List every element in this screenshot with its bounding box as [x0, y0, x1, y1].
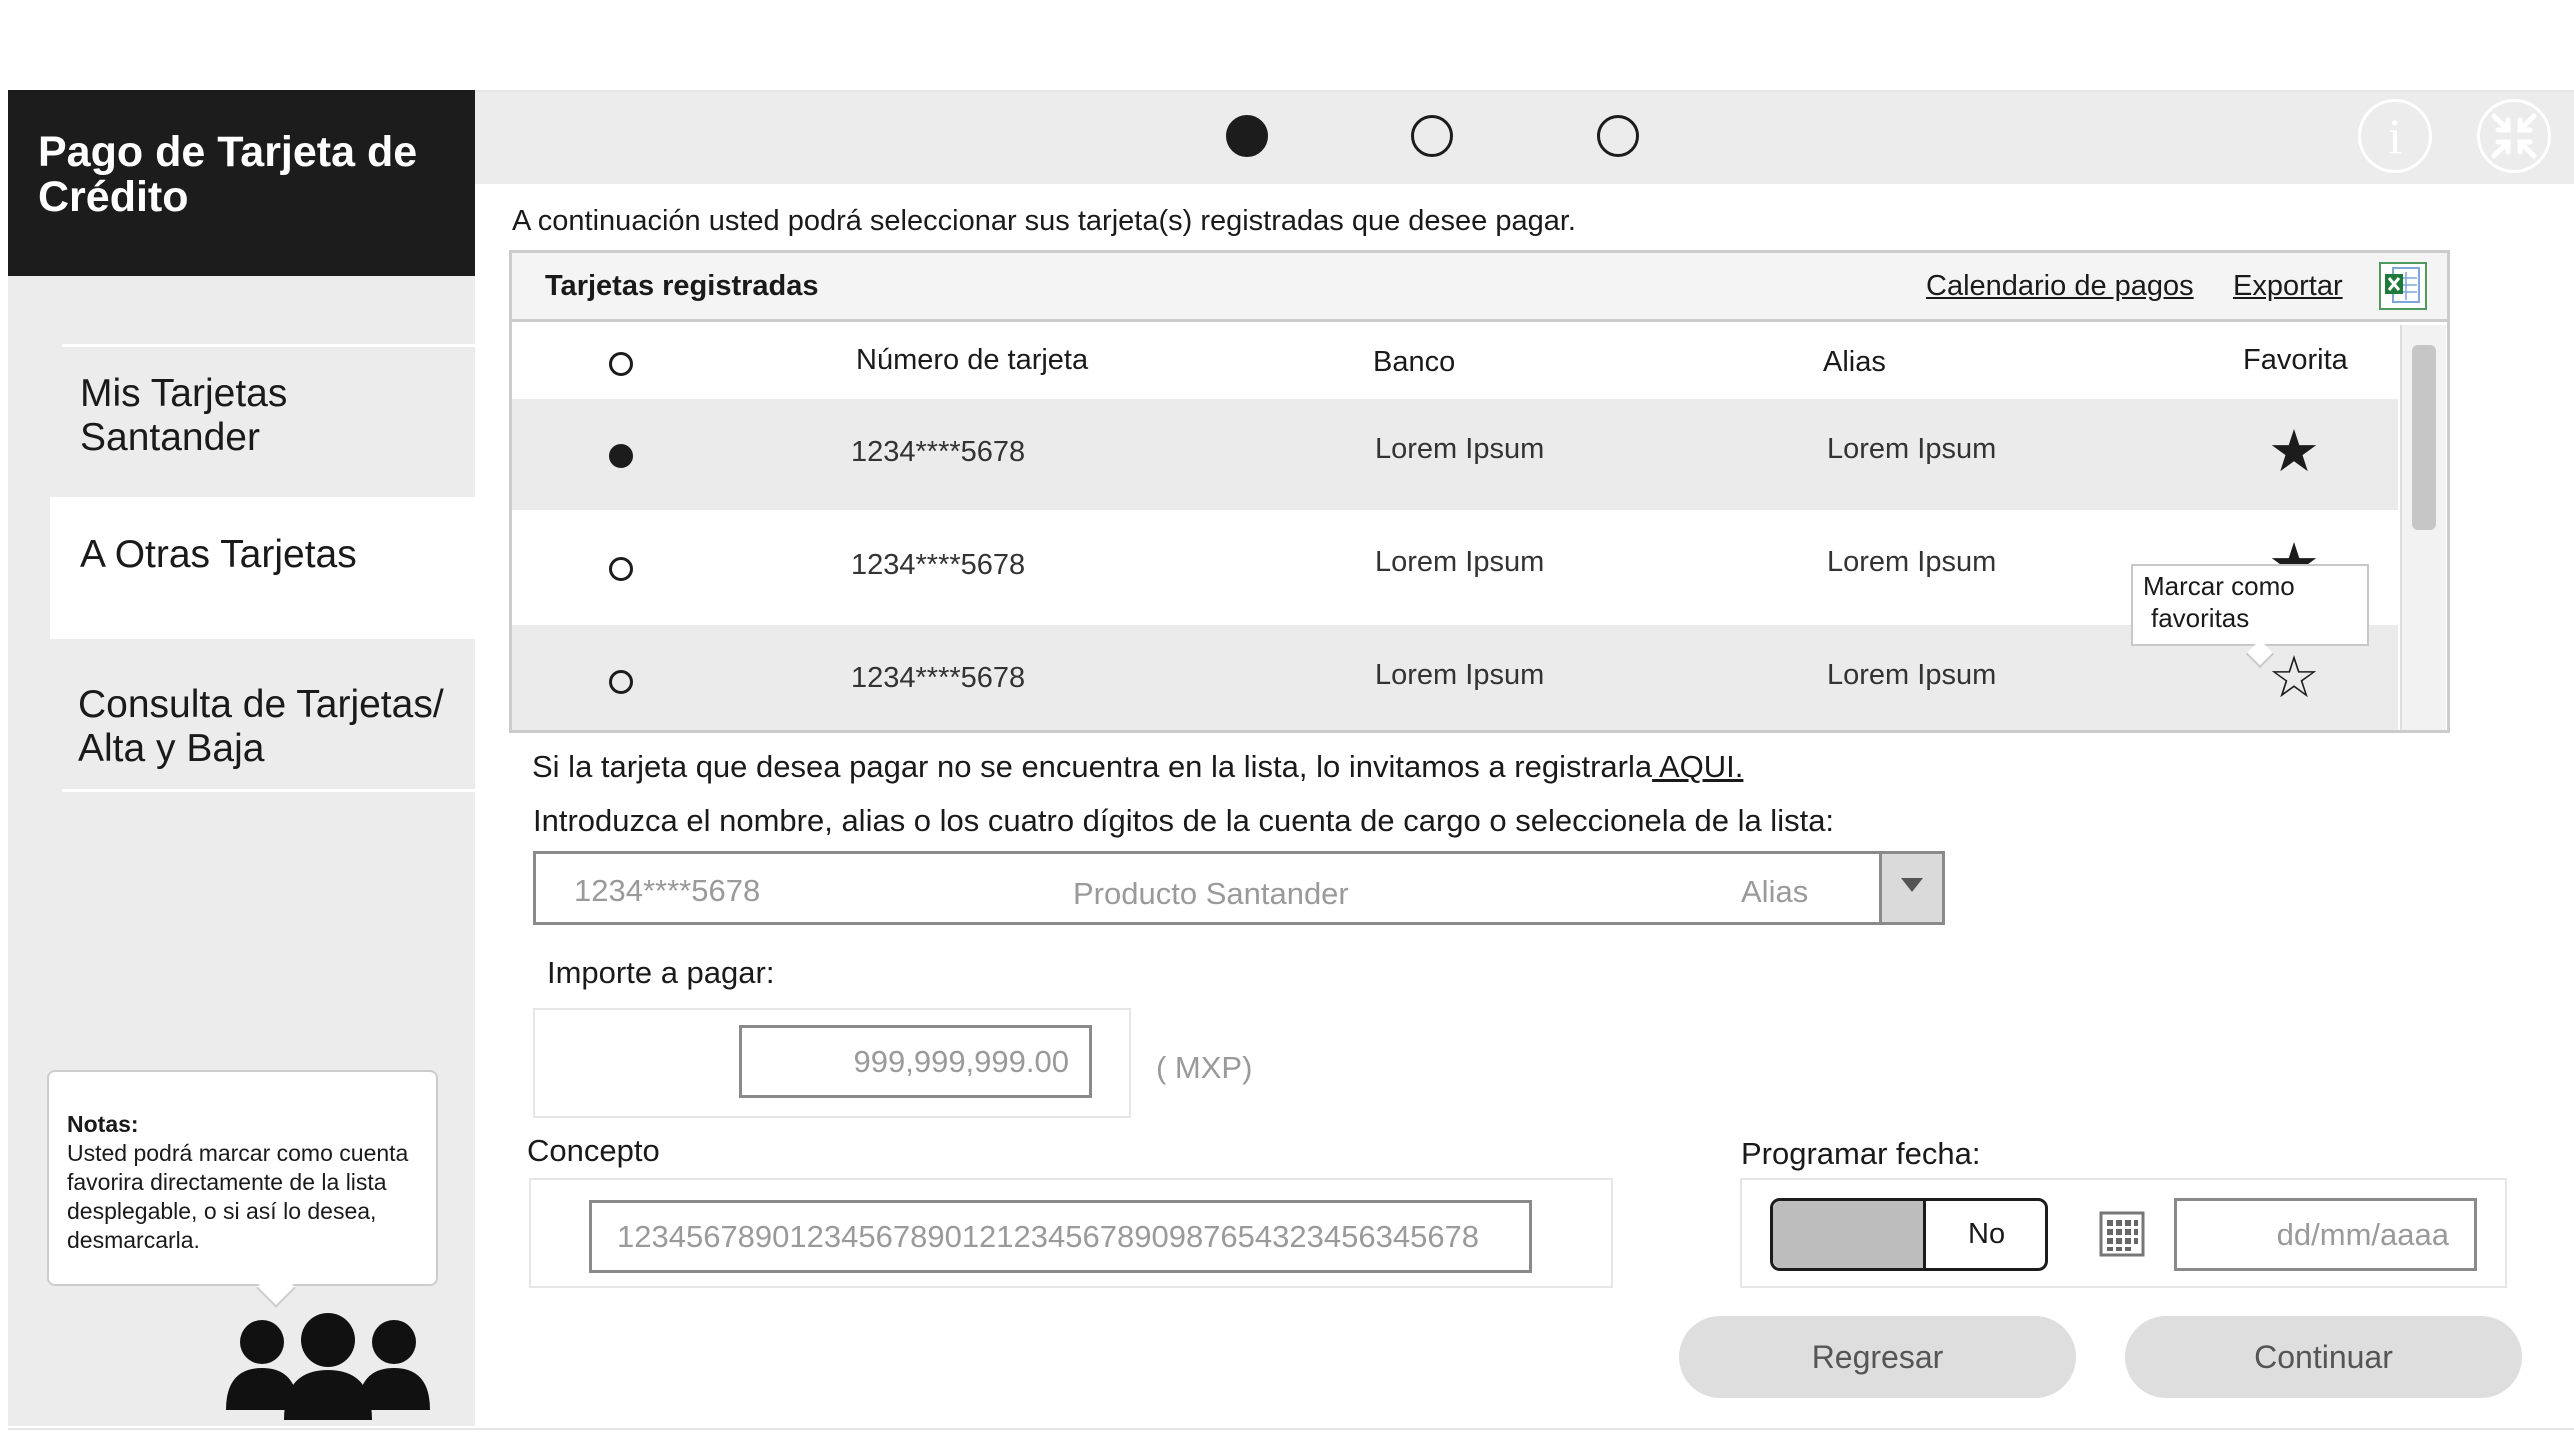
account-product: Producto Santander [1073, 876, 1349, 911]
favorite-tooltip: Marcar como favoritas [2131, 564, 2369, 646]
step-3-indicator [1597, 115, 1639, 157]
back-button[interactable]: Regresar [1679, 1316, 2076, 1398]
sidebar-divider [62, 789, 475, 792]
toggle-knob[interactable] [1773, 1201, 1926, 1268]
notes-body: Usted podrá marcar como cuenta favorira … [67, 1140, 409, 1253]
concept-label: Concepto [527, 1133, 660, 1168]
notes-bubble: Notas: Usted podrá marcar como cuenta fa… [47, 1070, 438, 1286]
sidebar-item-label: Santander [80, 416, 260, 459]
card-number: 1234****5678 [851, 662, 1026, 694]
card-bank: Lorem Ipsum [1375, 659, 1545, 691]
card-number: 1234****5678 [851, 549, 1026, 581]
page-title: Pago de Tarjeta de Crédito [38, 128, 418, 221]
sidebar-item-label: Alta y Baja [78, 727, 265, 770]
amount-label: Importe a pagar: [547, 955, 775, 990]
collapse-icon[interactable] [2477, 99, 2551, 173]
account-alias: Alias [1741, 874, 1809, 909]
schedule-label: Programar fecha: [1741, 1136, 1981, 1171]
row-select-radio[interactable] [609, 557, 633, 581]
row-select-radio[interactable] [609, 670, 633, 694]
register-link[interactable]: AQUI. [1652, 749, 1743, 784]
star-filled-icon[interactable]: ★ [2268, 423, 2320, 481]
payment-calendar-link[interactable]: Calendario de pagos [1926, 270, 2194, 303]
column-header-favorite: Favorita [2243, 344, 2348, 376]
card-number: 1234****5678 [851, 436, 1026, 468]
card-alias: Lorem Ipsum [1827, 659, 1997, 691]
toggle-label: No [1968, 1218, 2006, 1250]
star-outline-icon[interactable]: ☆ [2268, 649, 2320, 707]
info-icon[interactable]: i [2358, 99, 2432, 173]
intro-text: A continuación usted podrá seleccionar s… [512, 205, 1576, 237]
register-message: Si la tarjeta que desea pagar no se encu… [532, 749, 1653, 784]
sidebar-item-label: Mis Tarjetas [80, 372, 288, 415]
select-all-radio[interactable] [609, 352, 633, 376]
column-header-bank: Banco [1373, 346, 1456, 378]
table-scrollbar-thumb[interactable] [2412, 345, 2436, 530]
account-select-label: Introduzca el nombre, alias o los cuatro… [533, 803, 1835, 838]
sidebar-item-mis-tarjetas[interactable]: Mis Tarjetas Santander [50, 372, 475, 472]
excel-icon[interactable] [2379, 262, 2427, 310]
tooltip-text: Marcar como [2143, 571, 2295, 601]
notes-heading: Notas: [67, 1111, 139, 1137]
concept-input[interactable]: 1234567890123456789012123456789098765432… [589, 1200, 1532, 1273]
step-bar [475, 92, 2574, 184]
card-bank: Lorem Ipsum [1375, 546, 1545, 578]
continue-button[interactable]: Continuar [2125, 1316, 2522, 1398]
currency-label: ( MXP) [1156, 1050, 1253, 1085]
amount-input[interactable]: 999,999,999.00 [739, 1025, 1092, 1098]
column-header-alias: Alias [1823, 346, 1886, 378]
step-2-indicator [1411, 115, 1453, 157]
export-link[interactable]: Exportar [2233, 270, 2343, 303]
step-1-indicator [1226, 115, 1268, 157]
row-select-radio[interactable] [609, 444, 633, 468]
sidebar-item-label: A Otras Tarjetas [80, 533, 357, 576]
card-alias: Lorem Ipsum [1827, 546, 1997, 578]
sidebar-item-otras-tarjetas[interactable]: A Otras Tarjetas [50, 497, 475, 639]
cards-table-title: Tarjetas registradas [545, 270, 819, 302]
column-header-number: Número de tarjeta [856, 344, 1089, 376]
people-icon [226, 1313, 430, 1420]
sidebar-item-label: Consulta de Tarjetas/ [78, 683, 444, 726]
register-text: Si la tarjeta que desea pagar no se encu… [532, 749, 1743, 785]
sidebar-item-consulta[interactable]: Consulta de Tarjetas/ Alta y Baja [50, 683, 475, 783]
account-number: 1234****5678 [574, 873, 761, 908]
calendar-icon[interactable] [2099, 1211, 2145, 1257]
tooltip-text: favoritas [2151, 603, 2250, 633]
card-bank: Lorem Ipsum [1375, 433, 1545, 465]
sidebar-divider [62, 344, 475, 347]
card-alias: Lorem Ipsum [1827, 433, 1997, 465]
date-input[interactable]: dd/mm/aaaa [2174, 1198, 2477, 1271]
chevron-down-icon [1901, 878, 1923, 892]
